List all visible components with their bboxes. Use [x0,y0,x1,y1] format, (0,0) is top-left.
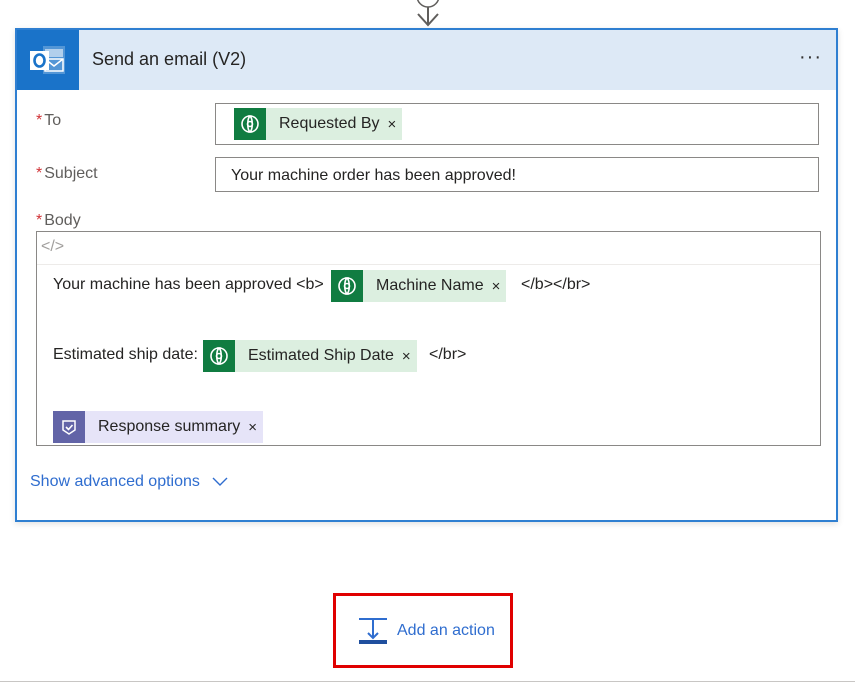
chevron-down-icon [212,477,228,486]
body-text-line2-prefix: Estimated ship date: [53,346,198,363]
code-view-icon[interactable]: </> [41,238,64,256]
required-mark: * [36,112,43,129]
body-editor[interactable]: </> Your machine has been approved <b> M… [36,231,821,446]
subject-label: * Subject [36,165,98,183]
insert-step-icon [359,618,387,644]
remove-token-button[interactable]: × [492,278,507,295]
connector-arrow-icon [416,0,440,27]
approvals-icon [53,411,85,443]
body-label: * Body [36,212,81,230]
to-field[interactable]: Requested By × [215,103,819,145]
add-action-highlight: Add an action [333,593,513,668]
token-label: Estimated Ship Date [248,347,394,364]
divider [0,681,855,682]
add-action-label: Add an action [397,622,495,639]
to-label-text: To [44,112,62,129]
token-label: Requested By [279,115,380,132]
body-label-text: Body [44,212,81,229]
subject-label-text: Subject [44,165,98,182]
outlook-icon [17,30,79,90]
card-title: Send an email (V2) [92,49,247,69]
token-requested-by[interactable]: Requested By × [234,108,403,140]
dataverse-icon [234,108,266,140]
to-label: * To [36,112,61,130]
send-email-action-card: Send an email (V2) ··· * To Requested By … [15,28,838,522]
remove-token-button[interactable]: × [402,348,417,365]
token-label: Machine Name [376,277,484,294]
remove-token-button[interactable]: × [388,116,403,133]
dataverse-icon [203,340,235,372]
body-text-line2-suffix: </br> [429,346,467,363]
more-options-button[interactable]: ··· [799,46,822,69]
show-advanced-options-link[interactable]: Show advanced options [30,473,228,491]
token-estimated-ship-date[interactable]: Estimated Ship Date × [203,340,417,372]
advanced-label: Show advanced options [30,473,200,490]
token-machine-name[interactable]: Machine Name × [331,270,507,302]
required-mark: * [36,165,43,182]
subject-input[interactable]: Your machine order has been approved! [215,157,819,192]
subject-value: Your machine order has been approved! [231,167,516,184]
card-header[interactable]: Send an email (V2) ··· [17,30,836,90]
remove-token-button[interactable]: × [248,419,263,436]
add-action-button[interactable]: Add an action [358,616,495,646]
body-text-line1-prefix: Your machine has been approved <b> [53,276,324,293]
dataverse-icon [331,270,363,302]
required-mark: * [36,212,43,229]
token-response-summary[interactable]: Response summary × [53,411,264,443]
token-label: Response summary [98,418,241,435]
body-text-line1-suffix: </b></br> [521,276,591,293]
editor-toolbar: </> [37,232,820,265]
